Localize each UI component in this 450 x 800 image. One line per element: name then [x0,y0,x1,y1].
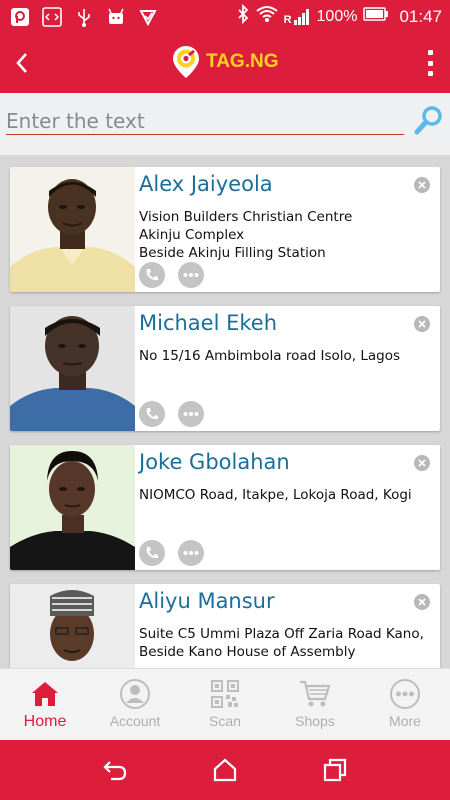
address-line: Beside Kano House of Assembly [139,644,356,660]
brand-name: TAG.NG [206,51,279,72]
more-options-button[interactable] [178,540,204,566]
status-bar: R 100% 01:47 [0,0,450,33]
back-arrow-icon [103,761,127,781]
contact-photo [10,445,135,570]
overflow-menu-button[interactable] [420,47,440,79]
call-button[interactable] [139,540,165,566]
contact-name: Aliyu Mansur [139,589,275,613]
clock: 01:47 [399,6,442,26]
call-button[interactable] [139,401,165,427]
close-icon [418,320,426,328]
search-bar [0,93,450,155]
contact-photo [10,306,135,431]
address-line: No 15/16 Ambimbola road Isolo, Lagos [139,348,401,364]
ellipsis-icon [183,273,199,277]
overflow-menu-icon [427,50,433,55]
address-line: Vision Builders Christian Centre [139,209,353,225]
nav-account[interactable]: Account [90,669,180,740]
wifi-icon [255,5,278,28]
system-recents-button[interactable] [315,750,355,790]
account-icon [119,678,151,710]
contact-card[interactable]: Alex Jaiyeola Vision Builders Christian … [10,167,440,292]
remove-contact-button[interactable] [414,177,430,193]
contact-list[interactable]: Alex Jaiyeola Vision Builders Christian … [0,155,450,668]
nav-label: Scan [209,713,241,729]
remove-contact-button[interactable] [414,316,430,332]
overflow-dot [427,60,433,66]
address-line: Akinju Complex [139,227,245,243]
location-pin-logo-icon [173,46,199,78]
back-button[interactable] [0,33,44,93]
ellipsis-icon [183,412,199,416]
nav-label: More [389,713,421,729]
brand-logo: TAG.NG [172,45,278,79]
system-back-button[interactable] [95,750,135,790]
close-icon [418,181,426,189]
address-line: NIOMCO Road, Itakpe, Lokoja Road, Kogi [139,487,412,503]
contact-address: NIOMCO Road, Itakpe, Lokoja Road, Kogi [139,486,429,504]
usb-icon [72,6,96,28]
contact-name: Alex Jaiyeola [139,172,273,196]
chevron-left-icon [16,53,27,73]
close-icon [418,598,426,606]
contact-card[interactable]: Joke Gbolahan NIOMCO Road, Itakpe, Lokoj… [10,445,440,570]
remove-contact-button[interactable] [414,594,430,610]
phone-icon [146,269,158,281]
address-line: Beside Akinju Filling Station [139,245,326,261]
contact-address: Vision Builders Christian Centre Akinju … [139,208,429,262]
contact-name: Michael Ekeh [139,311,278,335]
search-icon [414,106,442,135]
close-icon [418,459,426,467]
contact-name: Joke Gbolahan [139,450,290,474]
check-icon [136,6,160,28]
search-input[interactable] [6,107,404,135]
recents-icon [323,758,347,782]
contact-card[interactable]: Aliyu Mansur Suite C5 Ummi Plaza Off Zar… [10,584,440,668]
android-icon [104,6,128,28]
contact-address: No 15/16 Ambimbola road Isolo, Lagos [139,347,429,365]
more-options-button[interactable] [178,262,204,288]
address-line: Suite C5 Ummi Plaza Off Zaria Road Kano, [139,626,424,642]
home-outline-icon [213,758,237,782]
nav-label: Account [109,713,161,729]
app-bar: TAG.NG [0,33,450,93]
nav-home[interactable]: Home [0,669,90,740]
overflow-dot [427,71,433,76]
system-navigation-bar [0,740,450,800]
nav-more[interactable]: More [360,669,450,740]
remove-contact-button[interactable] [414,455,430,471]
more-icon [389,678,421,710]
qr-code-icon [209,678,241,710]
phone-icon [146,408,158,420]
battery-percent: 100% [316,7,358,25]
phone-icon [146,547,158,559]
ellipsis-icon [183,551,199,555]
nav-label: Shops [295,713,335,729]
bottom-navigation: Home Account Scan Shops More [0,668,450,740]
cart-icon [299,678,331,710]
bluetooth-icon [236,3,250,29]
search-button[interactable] [414,105,444,137]
signal-icon: R [284,8,311,26]
nav-label: Home [23,713,67,730]
contact-photo [10,584,135,668]
contact-photo [10,167,135,292]
home-icon [29,678,61,710]
nav-scan[interactable]: Scan [180,669,270,740]
battery-icon [363,7,389,26]
signal-label: R [283,13,292,26]
system-home-button[interactable] [205,750,245,790]
contact-address: Suite C5 Ummi Plaza Off Zaria Road Kano,… [139,625,429,661]
nav-shops[interactable]: Shops [270,669,360,740]
app-p-icon [8,6,32,28]
call-button[interactable] [139,262,165,288]
contact-card[interactable]: Michael Ekeh No 15/16 Ambimbola road Iso… [10,306,440,431]
more-options-button[interactable] [178,401,204,427]
code-icon [40,6,64,28]
